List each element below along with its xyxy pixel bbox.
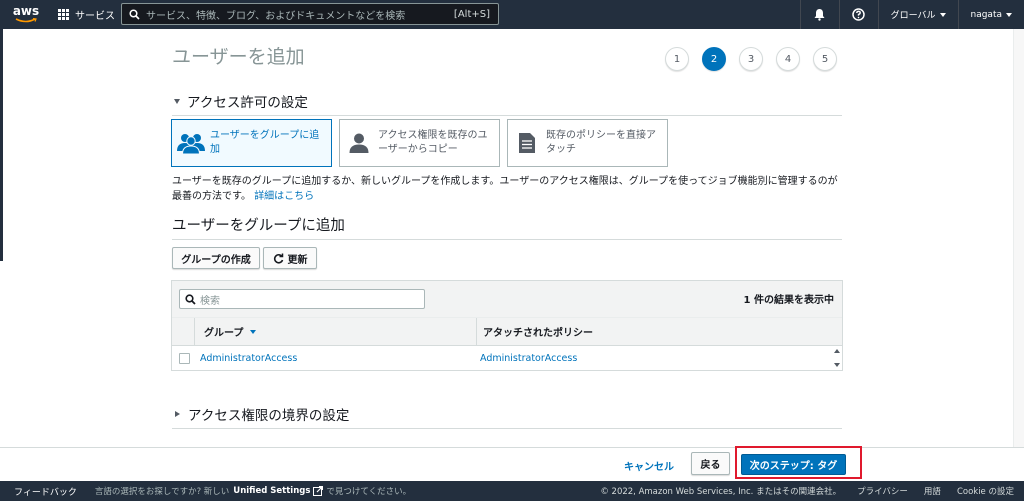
column-group-label: グループ [204, 328, 244, 339]
search-icon [185, 293, 196, 305]
scroll-up-icon [834, 349, 840, 353]
permission-options: ユーザーをグループに追加 アクセス権限を既存のユーザーからコピー 既存のポリシー… [171, 119, 675, 167]
expand-down-icon [174, 98, 180, 104]
document-icon [519, 133, 535, 153]
unified-settings-link[interactable]: Unified Settings [233, 486, 310, 496]
table-toolbar: 検索 1 件の結果を表示中 [172, 281, 842, 318]
result-count: 1 件の結果を表示中 [743, 295, 834, 306]
column-header-group[interactable]: グループ [195, 317, 477, 346]
boundary-section-header[interactable]: アクセス権限の境界の設定 [172, 404, 842, 429]
table-header: グループ アタッチされたポリシー [172, 317, 842, 346]
services-label: サービス [75, 11, 115, 22]
step-1[interactable]: 1 [665, 47, 689, 71]
global-search-input[interactable]: サービス、特徴、ブログ、およびドキュメントなどを検索 [Alt+S] [121, 3, 499, 25]
language-suffix: で見つけてください。 [326, 487, 412, 497]
terms-link[interactable]: 用語 [924, 485, 941, 497]
back-label: 戻る [700, 460, 721, 471]
permissions-section-title: アクセス許可の設定 [187, 95, 308, 111]
bell-icon [814, 9, 825, 21]
create-group-button[interactable]: グループの作成 [172, 247, 260, 269]
expand-right-icon [175, 411, 180, 417]
privacy-link[interactable]: プライバシー [857, 485, 908, 497]
refresh-icon [273, 253, 283, 264]
option-add-to-group-label: ユーザーをグループに追加 [210, 130, 320, 155]
back-button[interactable]: 戻る [691, 452, 730, 475]
refresh-button[interactable]: 更新 [263, 247, 317, 269]
grid-icon [58, 9, 69, 20]
copyright: © 2022, Amazon Web Services, Inc. またはその関… [600, 487, 842, 497]
option-attach-policy[interactable]: 既存のポリシーを直接アタッチ [507, 119, 668, 167]
action-bar: キャンセル [0, 447, 1024, 481]
details-link[interactable]: 詳細はこちら [254, 191, 314, 202]
footer-links: © 2022, Amazon Web Services, Inc. またはその関… [584, 481, 1014, 501]
group-name-link[interactable]: AdministratorAccess [200, 353, 480, 364]
column-header-policy[interactable]: アタッチされたポリシー [477, 324, 593, 339]
step-3[interactable]: 3 [739, 47, 763, 71]
user-label: nagata [970, 9, 1003, 20]
aws-logo-text: aws [12, 4, 40, 18]
option-copy-permissions-label: アクセス権限を既存のユーザーからコピー [378, 130, 488, 155]
policy-link[interactable]: AdministratorAccess [480, 353, 577, 364]
table-search-input[interactable]: 検索 [179, 289, 425, 309]
step-4[interactable]: 4 [776, 47, 800, 71]
scroll-down-icon [834, 363, 840, 367]
aws-logo[interactable]: aws [8, 0, 44, 29]
step-5[interactable]: 5 [813, 47, 837, 71]
nav-right-group: グローバル nagata [799, 0, 1024, 29]
region-label: グローバル [890, 11, 936, 21]
feedback-link[interactable]: フィードバック [14, 485, 77, 498]
group-icon [177, 134, 205, 154]
page-title: ユーザーを追加 [172, 46, 305, 68]
group-section-title: ユーザーをグループに追加 [172, 218, 345, 234]
language-prompt: 言語の選択をお探しですか? 新しい [94, 487, 230, 497]
region-menu[interactable]: グローバル [879, 0, 958, 29]
page-scrollbar[interactable] [1013, 29, 1024, 447]
search-shortcut: [Alt+S] [453, 8, 490, 20]
column-policy-label: アタッチされたポリシー [483, 328, 593, 339]
external-link-icon [313, 486, 324, 496]
permissions-description: ユーザーを既存のグループに追加するか、新しいグループを作成します。ユーザーのアク… [172, 174, 844, 204]
header-checkbox-cell [172, 317, 195, 346]
step-2-current[interactable]: 2 [702, 47, 726, 71]
caret-down-icon [1006, 12, 1012, 17]
help-button[interactable] [840, 0, 878, 29]
caret-down-icon [939, 12, 946, 17]
table-scrollbar[interactable] [832, 346, 842, 370]
cookie-settings-link[interactable]: Cookie の設定 [957, 485, 1014, 497]
user-menu[interactable]: nagata [959, 0, 1024, 29]
table-row: AdministratorAccess AdministratorAccess [172, 346, 842, 370]
language-notice: 言語の選択をお探しですか? 新しい Unified Settings で見つけて… [95, 485, 411, 497]
groups-table: 検索 1 件の結果を表示中 グループ アタッチされたポリシー Administr… [171, 280, 843, 371]
row-checkbox[interactable] [179, 352, 190, 364]
cancel-button[interactable]: キャンセル [624, 458, 674, 473]
search-placeholder: サービス、特徴、ブログ、およびドキュメントなどを検索 [146, 10, 406, 22]
group-section-header: ユーザーをグループに追加 [172, 214, 842, 240]
services-menu-button[interactable]: サービス [58, 0, 115, 29]
user-icon [349, 133, 369, 153]
search-icon [129, 8, 140, 20]
sort-desc-icon [250, 329, 257, 334]
boundary-section-title: アクセス権限の境界の設定 [188, 408, 350, 424]
aws-smile-icon [15, 18, 37, 23]
top-navigation: aws サービス サービス、特徴、ブログ、およびドキュメントなどを検索 [Alt… [0, 0, 1024, 29]
create-group-label: グループの作成 [181, 254, 251, 266]
option-add-to-group[interactable]: ユーザーをグループに追加 [171, 119, 332, 167]
permissions-section-header[interactable]: アクセス許可の設定 [172, 91, 842, 116]
option-copy-permissions[interactable]: アクセス権限を既存のユーザーからコピー [339, 119, 500, 167]
option-attach-policy-label: 既存のポリシーを直接アタッチ [546, 130, 656, 155]
table-search-placeholder: 検索 [200, 295, 220, 307]
left-edge-strip [0, 29, 3, 261]
footer: フィードバック 言語の選択をお探しですか? 新しい Unified Settin… [0, 481, 1024, 501]
help-icon [852, 8, 865, 21]
highlight-box [735, 446, 862, 479]
wizard-steps: 1 2 3 4 5 [665, 47, 850, 71]
notifications-button[interactable] [801, 0, 839, 29]
refresh-label: 更新 [287, 254, 308, 266]
